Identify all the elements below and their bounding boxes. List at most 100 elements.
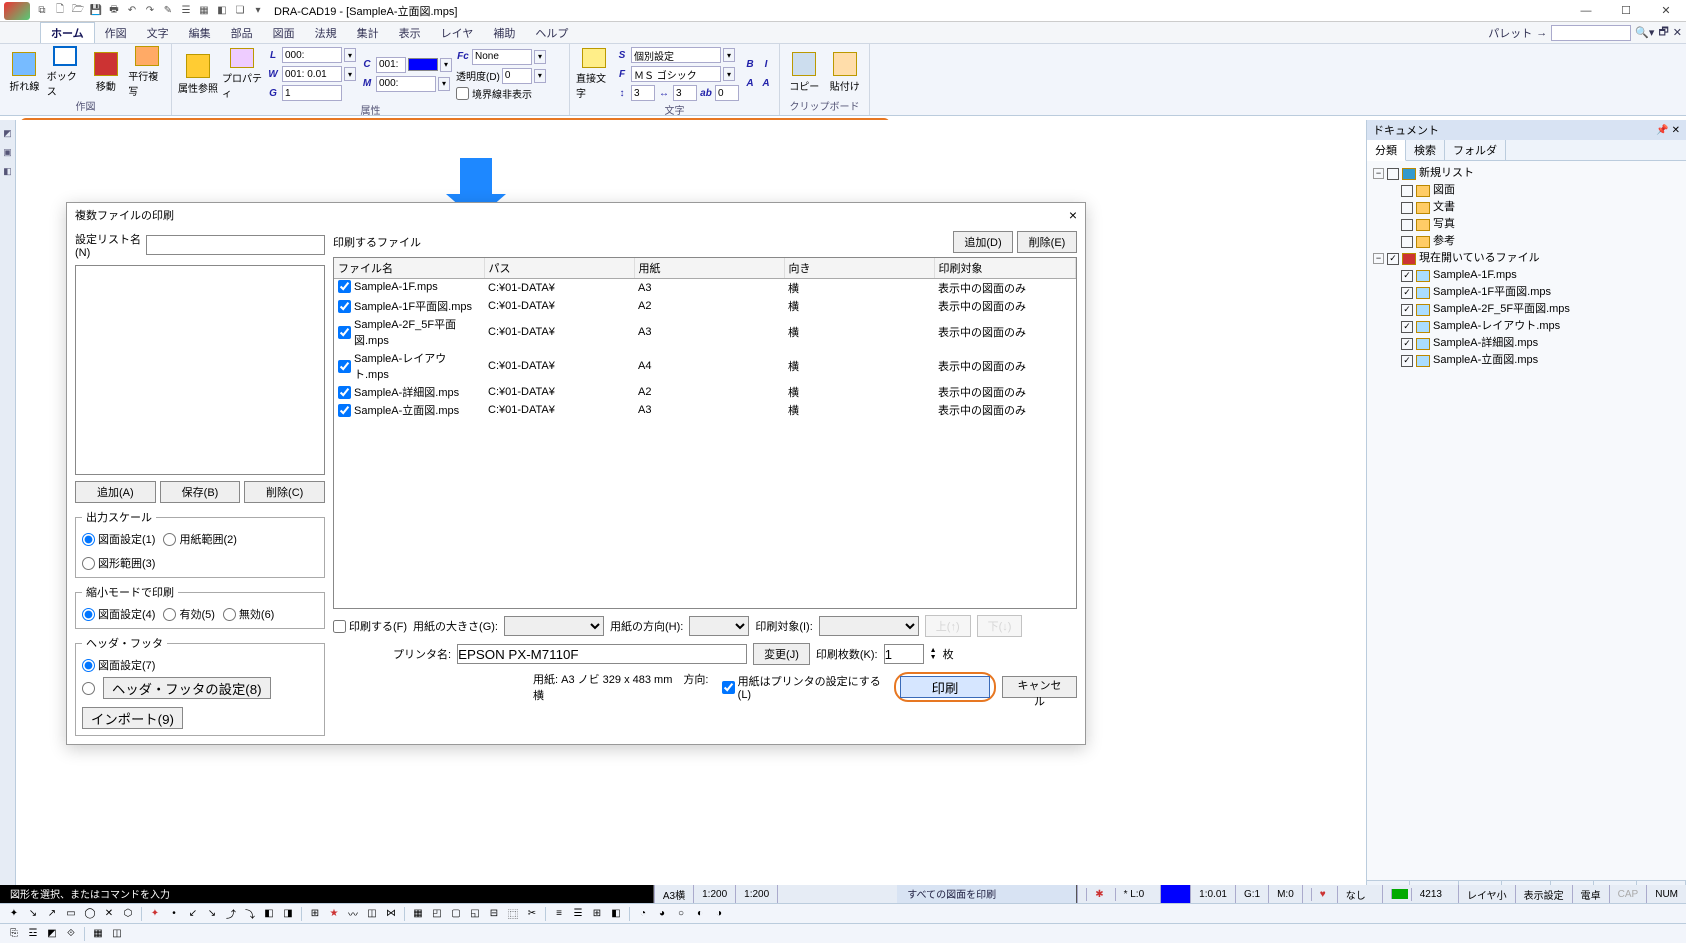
- document-tree[interactable]: −新規リスト 図面 文書 写真 参考 −✓現在開いているファイル ✓Sample…: [1367, 161, 1686, 880]
- tool-icon[interactable]: ⊟: [486, 906, 502, 922]
- qat-icon[interactable]: 🗋: [52, 3, 68, 19]
- qat-icon[interactable]: ◧: [214, 3, 230, 19]
- delete-file-button[interactable]: 削除(E): [1017, 231, 1077, 253]
- qat-icon[interactable]: ▾: [250, 3, 266, 19]
- tree-file-node[interactable]: ✓SampleA-1F平面図.mps: [1373, 284, 1680, 301]
- menu-tab[interactable]: ヘルプ: [525, 22, 578, 43]
- add-button[interactable]: 追加(A): [75, 481, 156, 503]
- menu-tab[interactable]: 補助: [483, 22, 525, 43]
- tree-checkbox[interactable]: ✓: [1387, 253, 1399, 265]
- command-line[interactable]: 図形を選択、またはコマンドを入力: [0, 885, 654, 903]
- print-f-checkbox[interactable]: 印刷する(F): [333, 618, 407, 634]
- tool-icon[interactable]: ▢: [448, 906, 464, 922]
- tool-icon[interactable]: ⬡: [120, 906, 136, 922]
- spin-up-icon[interactable]: ▲: [930, 647, 937, 654]
- close-icon[interactable]: ×: [1069, 207, 1077, 223]
- text-style-input[interactable]: [631, 47, 721, 63]
- status-cell[interactable]: ✱* L:0: [1077, 885, 1160, 903]
- menu-tab[interactable]: 法規: [305, 22, 347, 43]
- table-row[interactable]: SampleA-2F_5F平面図.mpsC:¥01-DATA¥A3横表示中の図面…: [334, 315, 1076, 349]
- layer-input[interactable]: [282, 47, 342, 63]
- chevron-down-icon[interactable]: ▾: [534, 50, 546, 64]
- chevron-down-icon[interactable]: ▾: [344, 48, 356, 62]
- row-checkbox[interactable]: [338, 300, 351, 313]
- scale-radio[interactable]: 図面設定(1): [82, 531, 155, 547]
- status-cell[interactable]: G:1: [1235, 885, 1268, 903]
- qat-icon[interactable]: ▦: [196, 3, 212, 19]
- tree-file-node[interactable]: ✓SampleA-レイアウト.mps: [1373, 318, 1680, 335]
- change-printer-button[interactable]: 変更(J): [753, 643, 810, 665]
- tool-icon[interactable]: ↗: [44, 906, 60, 922]
- tree-checkbox[interactable]: ✓: [1401, 321, 1413, 333]
- property-button[interactable]: プロパティ: [222, 48, 262, 100]
- tool-icon[interactable]: ◧: [261, 906, 277, 922]
- paste-button[interactable]: 貼付け: [827, 46, 864, 98]
- tree-checkbox[interactable]: [1401, 202, 1413, 214]
- tool-icon[interactable]: ≡: [551, 906, 567, 922]
- chevron-down-icon[interactable]: ▾: [438, 77, 450, 91]
- tool-icon[interactable]: ◧: [608, 906, 624, 922]
- tool-icon[interactable]: ✦: [147, 906, 163, 922]
- shrink-radio[interactable]: 図面設定(4): [82, 606, 155, 622]
- tool-icon[interactable]: ✂: [524, 906, 540, 922]
- tool-icon[interactable]: ⋈: [383, 906, 399, 922]
- tool-icon[interactable]: ◩: [44, 926, 60, 942]
- status-cell[interactable]: 1:0.01: [1190, 885, 1235, 903]
- printer-name-input[interactable]: [457, 644, 747, 664]
- direct-text-button[interactable]: 直接文字: [576, 48, 611, 100]
- polyline-button[interactable]: 折れ線: [6, 46, 43, 98]
- hdrftr-radio[interactable]: 図面設定(7): [82, 657, 155, 673]
- scale-radio[interactable]: 用紙範囲(2): [163, 531, 236, 547]
- print-button[interactable]: 印刷: [900, 676, 990, 698]
- menu-tab[interactable]: レイヤ: [431, 22, 484, 43]
- hdrftr-custom-radio[interactable]: [82, 677, 95, 699]
- chevron-down-icon[interactable]: ▾: [440, 58, 452, 72]
- tool-icon[interactable]: ⿴: [505, 906, 521, 922]
- tool-icon[interactable]: ◯: [82, 906, 98, 922]
- tree-checkbox[interactable]: ✓: [1401, 287, 1413, 299]
- row-checkbox[interactable]: [338, 404, 351, 417]
- font-spacing-input[interactable]: [715, 85, 739, 101]
- menu-tab[interactable]: 表示: [389, 22, 431, 43]
- parallel-copy-button[interactable]: 平行複写: [128, 46, 165, 98]
- menu-tab-home[interactable]: ホーム: [40, 22, 95, 43]
- qat-icon[interactable]: ⧉: [34, 3, 50, 19]
- minimize-button[interactable]: —: [1566, 0, 1606, 22]
- group-input[interactable]: [282, 85, 342, 101]
- setlist-name-input[interactable]: [146, 235, 325, 255]
- spin-down-icon[interactable]: ▼: [930, 654, 937, 661]
- delete-button[interactable]: 削除(C): [244, 481, 325, 503]
- tool-icon[interactable]: ◐: [692, 906, 708, 922]
- tool-icon[interactable]: ⎘: [6, 926, 22, 942]
- tree-checkbox[interactable]: ✓: [1401, 270, 1413, 282]
- collapse-icon[interactable]: −: [1373, 168, 1384, 179]
- use-printer-paper-checkbox[interactable]: 用紙はプリンタの設定にする(L): [722, 673, 888, 701]
- qat-icon[interactable]: 🗁: [70, 3, 86, 19]
- table-row[interactable]: SampleA-1F.mpsC:¥01-DATA¥A3横表示中の図面のみ: [334, 279, 1076, 298]
- status-cell[interactable]: ♥なし: [1302, 885, 1382, 903]
- table-row[interactable]: SampleA-レイアウト.mpsC:¥01-DATA¥A4横表示中の図面のみ: [334, 349, 1076, 383]
- tree-checkbox[interactable]: [1401, 236, 1413, 248]
- menu-tab[interactable]: 編集: [179, 22, 221, 43]
- table-row[interactable]: SampleA-立面図.mpsC:¥01-DATA¥A3横表示中の図面のみ: [334, 401, 1076, 419]
- menu-tab[interactable]: 集計: [347, 22, 389, 43]
- qat-icon[interactable]: ☰: [178, 3, 194, 19]
- tool-icon[interactable]: ↘: [25, 906, 41, 922]
- copy-button[interactable]: コピー: [786, 46, 823, 98]
- fill-input[interactable]: [472, 49, 532, 65]
- row-checkbox[interactable]: [338, 360, 351, 373]
- save-button[interactable]: 保存(B): [160, 481, 241, 503]
- chevron-down-icon[interactable]: ▾: [344, 67, 356, 81]
- status-cell[interactable]: M:0: [1268, 885, 1302, 903]
- dock-icon[interactable]: ◩: [3, 128, 12, 139]
- qat-icon[interactable]: 💾: [88, 3, 104, 19]
- tool-icon[interactable]: ▭: [63, 906, 79, 922]
- qat-icon[interactable]: ❏: [232, 3, 248, 19]
- tree-file-node[interactable]: ✓SampleA-2F_5F平面図.mps: [1373, 301, 1680, 318]
- qat-icon[interactable]: ↷: [142, 3, 158, 19]
- material-input[interactable]: [376, 76, 436, 92]
- tree-checkbox[interactable]: [1401, 185, 1413, 197]
- border-hide-checkbox[interactable]: 境界線非表示: [456, 86, 546, 101]
- scale-radio[interactable]: 図形範囲(3): [82, 555, 155, 571]
- mdi-close-icon[interactable]: ✕: [1673, 26, 1682, 39]
